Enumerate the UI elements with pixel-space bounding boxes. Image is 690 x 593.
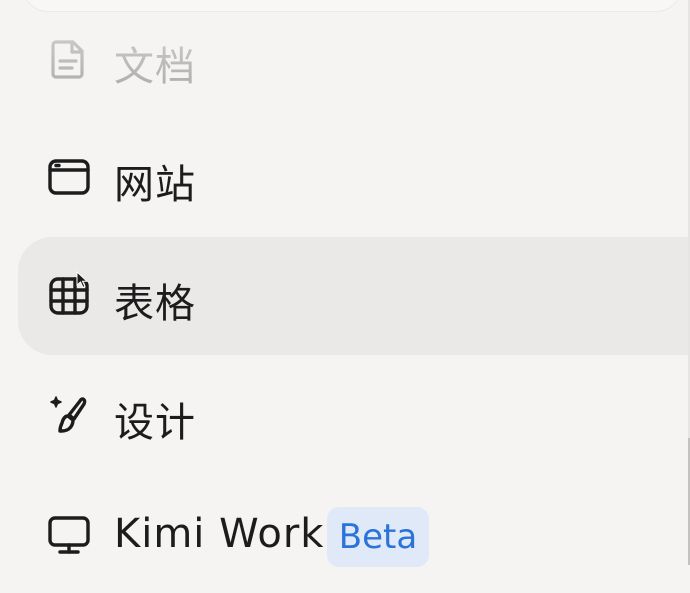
beta-badge: Beta — [327, 507, 429, 567]
menu-item-document[interactable]: 文档 — [18, 0, 690, 118]
monitor-icon — [46, 511, 92, 557]
menu-item-design[interactable]: 设计 — [18, 356, 690, 474]
menu-item-label: 文档 — [114, 44, 196, 90]
paintbrush-icon — [46, 392, 92, 438]
document-icon — [46, 36, 92, 82]
menu-item-label: 网站 — [114, 162, 196, 208]
menu-item-label: 设计 — [114, 400, 196, 446]
browser-window-icon — [46, 154, 92, 200]
menu-item-label: 表格 — [114, 281, 196, 327]
mouse-cursor-icon — [76, 271, 88, 289]
menu-item-website[interactable]: 网站 — [18, 118, 690, 236]
menu-item-label: Kimi Work — [114, 511, 325, 557]
menu-item-kimi-work[interactable]: Kimi Work Beta — [18, 475, 690, 593]
menu-item-spreadsheet[interactable]: 表格 — [18, 237, 690, 355]
